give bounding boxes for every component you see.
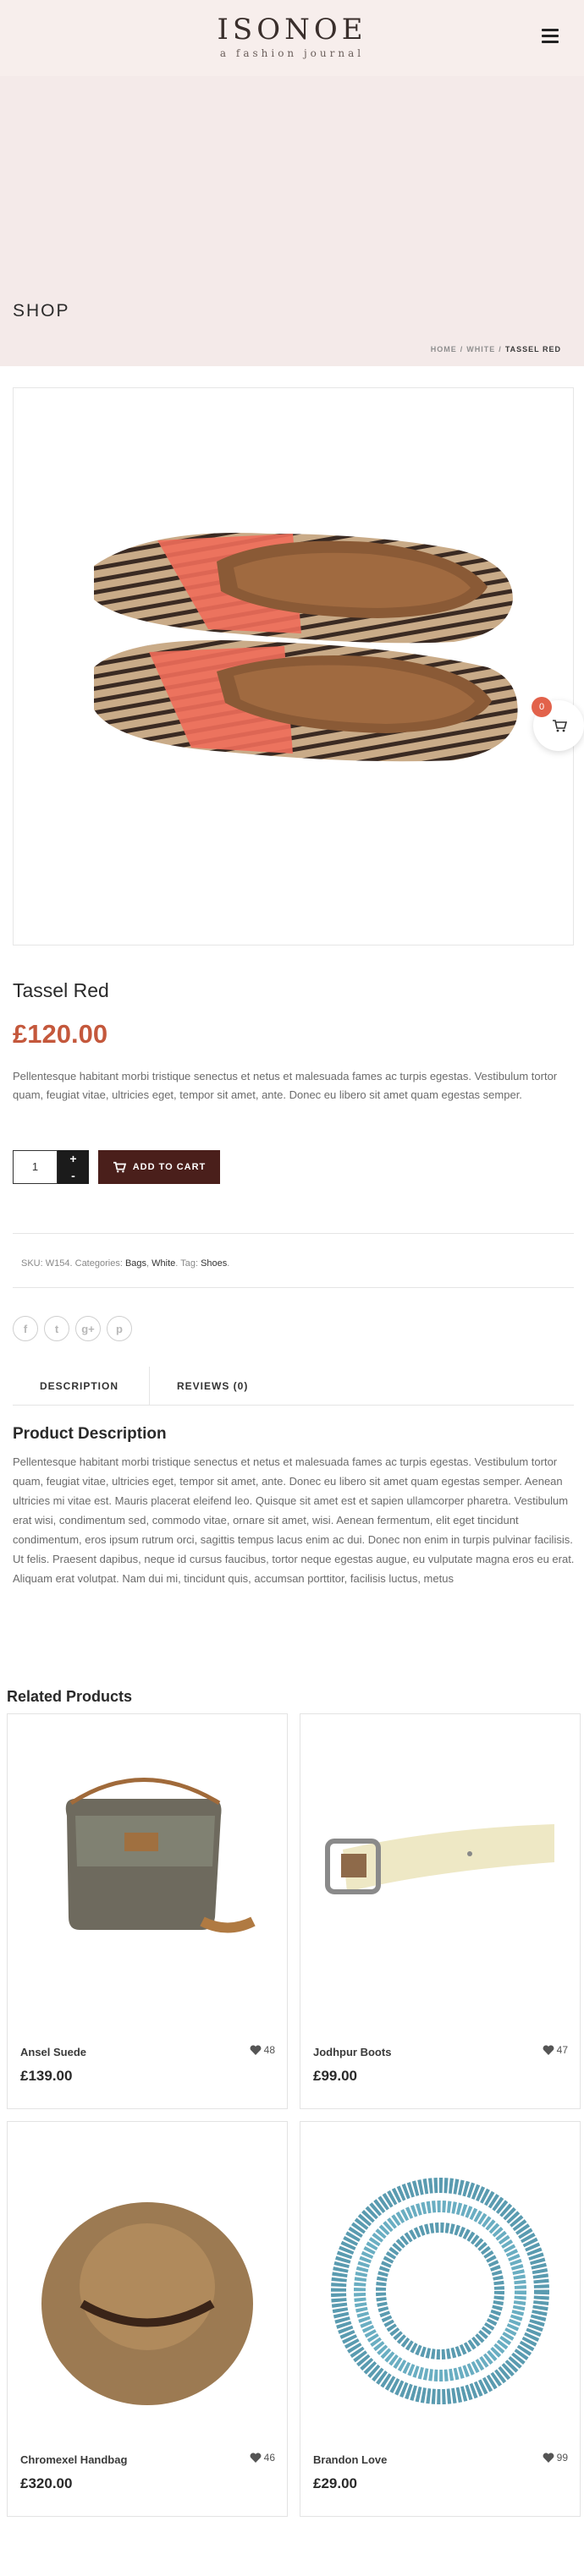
product-short-description: Pellentesque habitant morbi tristique se…	[13, 1070, 558, 1101]
site-logo[interactable]: ISONOE a fashion journal	[0, 14, 584, 59]
divider	[13, 1233, 574, 1234]
product-name[interactable]: Brandon Love	[313, 2453, 387, 2466]
tag-label: Tag:	[180, 1258, 198, 1269]
product-price: £320.00	[20, 2475, 73, 2491]
like-count[interactable]: 47	[543, 2044, 568, 2056]
cart-icon	[113, 1161, 126, 1173]
product-thumbnail	[41, 2202, 253, 2405]
category-link-bags[interactable]: Bags	[125, 1258, 146, 1269]
heart-icon	[250, 2045, 262, 2055]
heart-icon	[250, 2453, 262, 2463]
cart-count-badge: 0	[532, 697, 552, 717]
page-hero: SHOP HOME / WHITE / TASSEL RED	[0, 76, 584, 366]
product-thumbnail	[325, 1824, 554, 1894]
quantity-stepper: + -	[58, 1150, 89, 1184]
page-title: SHOP	[13, 301, 70, 321]
like-count-value: 48	[263, 2044, 275, 2056]
breadcrumb-home[interactable]: HOME	[431, 345, 457, 354]
share-links: f t g+ p	[13, 1316, 132, 1341]
sku-value: W154	[45, 1258, 70, 1269]
related-products-title: Related Products	[7, 1688, 133, 1705]
product-card[interactable]: Chromexel Handbag 46 £320.00	[7, 2121, 288, 2517]
tag-link-shoes[interactable]: Shoes	[201, 1258, 227, 1269]
site-header: ISONOE a fashion journal	[0, 0, 584, 76]
cart-icon	[553, 720, 567, 732]
product-tabs: DESCRIPTION REVIEWS (0)	[13, 1367, 574, 1406]
like-count-value: 47	[556, 2044, 568, 2056]
quantity-input[interactable]: 1	[13, 1150, 58, 1184]
logo-tagline: a fashion journal	[219, 47, 365, 59]
category-link-white[interactable]: White	[152, 1258, 175, 1269]
product-name[interactable]: Ansel Suede	[20, 2046, 86, 2058]
like-count[interactable]: 99	[543, 2452, 568, 2464]
breadcrumb-current: TASSEL RED	[504, 345, 561, 354]
facebook-icon[interactable]: f	[13, 1316, 38, 1341]
description-title: Product Description	[13, 1425, 167, 1443]
product-image[interactable]	[13, 387, 574, 945]
breadcrumb: HOME / WHITE / TASSEL RED	[430, 345, 561, 354]
heart-icon	[543, 2045, 554, 2055]
categories-label: Categories:	[74, 1258, 123, 1269]
tab-description[interactable]: DESCRIPTION	[13, 1367, 150, 1405]
sku-label: SKU:	[21, 1258, 43, 1269]
like-count-value: 46	[263, 2452, 275, 2464]
product-card[interactable]: Ansel Suede 48 £139.00	[7, 1713, 288, 2109]
product-thumbnail	[331, 2178, 549, 2404]
breadcrumb-white[interactable]: WHITE	[466, 345, 495, 354]
product-title: Tassel Red	[13, 979, 109, 1001]
product-meta: SKU: W154. Categories: Bags, White. Tag:…	[21, 1258, 230, 1269]
logo-title: ISONOE	[217, 13, 367, 47]
add-to-cart-label: ADD TO CART	[132, 1162, 207, 1172]
product-card[interactable]: Brandon Love 99 £29.00	[300, 2121, 581, 2517]
description-body: Pellentesque habitant morbi tristique se…	[13, 1455, 575, 1585]
product-price: £139.00	[20, 2068, 73, 2084]
pinterest-icon[interactable]: p	[107, 1316, 132, 1341]
twitter-icon[interactable]: t	[44, 1316, 69, 1341]
quantity-decrease-button[interactable]: -	[58, 1167, 89, 1184]
product-card[interactable]: Jodhpur Boots 47 £99.00	[300, 1713, 581, 2109]
floating-cart-button[interactable]: 0	[532, 697, 584, 751]
quantity-increase-button[interactable]: +	[58, 1150, 89, 1167]
like-count[interactable]: 46	[250, 2452, 275, 2464]
like-count[interactable]: 48	[250, 2044, 275, 2056]
product-thumbnail	[65, 1778, 256, 1933]
product-price: £99.00	[313, 2068, 357, 2084]
divider	[13, 1287, 574, 1288]
product-price: £29.00	[313, 2475, 357, 2491]
add-to-cart-button[interactable]: ADD TO CART	[98, 1150, 220, 1184]
heart-icon	[543, 2453, 554, 2463]
google-plus-icon[interactable]: g+	[75, 1316, 101, 1341]
hamburger-icon[interactable]	[542, 29, 559, 44]
product-name[interactable]: Jodhpur Boots	[313, 2046, 391, 2058]
product-name[interactable]: Chromexel Handbag	[20, 2453, 127, 2466]
like-count-value: 99	[556, 2452, 568, 2464]
tab-reviews[interactable]: REVIEWS (0)	[150, 1367, 275, 1405]
product-price: £120.00	[13, 1019, 108, 1049]
